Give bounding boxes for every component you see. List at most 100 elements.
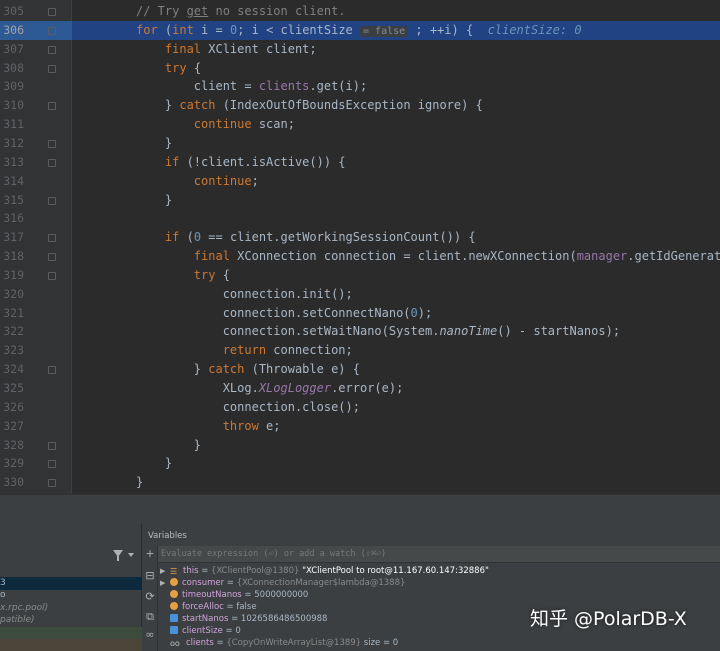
fold-marker-icon[interactable] xyxy=(48,26,56,35)
code-token: ; xyxy=(251,173,259,188)
filter-icon[interactable] xyxy=(113,550,123,561)
fold-marker-icon[interactable] xyxy=(48,271,56,280)
code-line-323[interactable]: 323 return connection; xyxy=(0,341,720,360)
line-number: 307 xyxy=(3,41,24,56)
line-number: 306 xyxy=(3,22,24,37)
code-token: XClient client; xyxy=(201,41,317,56)
code-line-317[interactable]: 317 if (0 == client.getWorkingSessionCou… xyxy=(0,228,720,247)
variable-name: consumer xyxy=(182,578,225,588)
add-watch-icon[interactable]: + xyxy=(145,548,155,559)
frame-row[interactable]: 3 xyxy=(0,576,142,590)
line-number: 326 xyxy=(3,399,24,414)
show-types-icon[interactable]: ⊟ xyxy=(145,570,155,581)
code-line-330[interactable]: 330} xyxy=(0,473,720,492)
code-line-327[interactable]: 327 throw e; xyxy=(0,417,720,436)
line-number: 317 xyxy=(3,230,24,245)
code-line-313[interactable]: 313 if (!client.isActive()) { xyxy=(0,153,720,172)
code-token: nanoTime xyxy=(439,324,498,339)
code-token: connection.init(); xyxy=(136,286,353,301)
code-line-321[interactable]: 321 connection.setConnectNano(0); xyxy=(0,304,720,323)
variable-value: 1026586486500988 xyxy=(240,614,328,624)
variable-row[interactable]: startNanos = 1026586486500988 xyxy=(160,613,327,625)
frame-row[interactable] xyxy=(0,564,142,577)
code-text: connection.setWaitNano(System.nanoTime()… xyxy=(136,322,620,341)
code-line-310[interactable]: 310 } catch (IndexOutOfBoundsException i… xyxy=(0,96,720,115)
variable-value: size = 0 xyxy=(361,638,399,648)
code-line-326[interactable]: 326 connection.close(); xyxy=(0,398,720,417)
fold-marker-icon[interactable] xyxy=(48,139,56,148)
code-line-319[interactable]: 319 try { xyxy=(0,266,720,285)
code-editor[interactable]: 305 // Try get no session client. 306 for (… xyxy=(0,0,720,494)
variable-value: 5000000000 xyxy=(254,590,309,600)
code-line-318[interactable]: 318 final XConnection connection = clien… xyxy=(0,247,720,266)
fold-marker-icon[interactable] xyxy=(48,45,56,54)
expand-arrow-icon[interactable]: ▶ xyxy=(160,577,170,589)
code-token: try xyxy=(193,267,216,282)
fold-marker-icon[interactable] xyxy=(48,441,56,450)
variable-row[interactable]: oo clients = {CopyOnWriteArrayList@1389} … xyxy=(160,637,398,649)
code-line-308[interactable]: 308 try { xyxy=(0,59,720,78)
variable-separator: = xyxy=(224,578,237,588)
watch-expression-input[interactable] xyxy=(161,547,561,561)
fold-marker-icon[interactable] xyxy=(48,234,56,243)
code-line-314[interactable]: 314 continue; xyxy=(0,172,720,191)
code-line-316[interactable]: 316 xyxy=(0,209,720,228)
fold-marker-icon[interactable] xyxy=(48,8,56,16)
code-line-311[interactable]: 311 continue scan; xyxy=(0,115,720,134)
chevron-down-icon[interactable] xyxy=(128,553,134,557)
code-line-315[interactable]: 315 } xyxy=(0,191,720,210)
code-text: connection.init(); xyxy=(136,285,353,304)
code-line-307[interactable]: 307 final XClient client; xyxy=(0,40,720,59)
code-line-309[interactable]: 309 client = clients.get(i); xyxy=(0,77,720,96)
code-text: } catch (Throwable e) { xyxy=(136,360,360,379)
frame-row[interactable] xyxy=(0,639,142,651)
code-token: { xyxy=(215,267,230,282)
variable-row[interactable]: timeoutNanos = 5000000000 xyxy=(160,589,308,601)
code-token: final xyxy=(193,249,230,264)
variable-name: clientSize xyxy=(182,626,223,636)
code-line-320[interactable]: 320 connection.init(); xyxy=(0,285,720,304)
field-icon xyxy=(170,602,178,610)
variable-row[interactable]: ▶ consumer = {XConnectionManager$lambda@1… xyxy=(160,577,405,589)
variable-name: this xyxy=(183,566,199,576)
fold-marker-icon[interactable] xyxy=(48,366,56,375)
code-line-324[interactable]: 324 } catch (Throwable e) { xyxy=(0,360,720,379)
fold-marker-icon[interactable] xyxy=(48,479,56,488)
code-token: no session client. xyxy=(208,4,346,18)
variable-row[interactable]: ▶ ☰ this = {XClientPool@1380} "XClientPool… xyxy=(160,565,489,577)
code-line-328[interactable]: 328 } xyxy=(0,436,720,455)
code-text: } xyxy=(136,436,201,455)
frame-row[interactable]: o xyxy=(0,589,142,602)
code-text: final XConnection connection = client.ne… xyxy=(136,247,720,266)
fold-marker-icon[interactable] xyxy=(48,460,56,469)
code-line-312[interactable]: 312 } xyxy=(0,134,720,153)
fold-marker-icon[interactable] xyxy=(48,253,56,262)
fold-marker-icon[interactable] xyxy=(48,64,56,73)
code-line-325[interactable]: 325 XLog.XLogLogger.error(e); xyxy=(0,379,720,398)
restore-icon[interactable]: ⟳ xyxy=(145,591,155,602)
copy-icon[interactable]: ⧉ xyxy=(145,611,155,622)
code-text: continue scan; xyxy=(136,115,295,134)
code-line-306[interactable]: 306 for (int i = 0; i < clientSize = fals… xyxy=(0,20,720,40)
line-number: 318 xyxy=(3,249,24,264)
watch-glasses-icon[interactable]: ∞ xyxy=(145,629,155,640)
variable-row[interactable]: clientSize = 0 xyxy=(160,625,241,637)
fold-marker-icon[interactable] xyxy=(48,158,56,167)
variables-header: Variables xyxy=(142,524,720,546)
code-line-305[interactable]: 305 // Try get no session client. xyxy=(0,2,720,21)
code-token: clientSize: 0 xyxy=(487,22,582,37)
code-token: } xyxy=(136,135,173,150)
code-line-329[interactable]: 329 } xyxy=(0,454,720,473)
fold-marker-icon[interactable] xyxy=(48,102,56,111)
frame-row[interactable]: x.rpc.pool) xyxy=(0,602,142,615)
frame-row[interactable]: patible) xyxy=(0,614,142,627)
code-line-322[interactable]: 322 connection.setWaitNano(System.nanoTi… xyxy=(0,322,720,341)
code-token: ( xyxy=(179,230,194,245)
fold-marker-icon[interactable] xyxy=(48,196,56,205)
variable-row[interactable]: forceAlloc = false xyxy=(160,601,257,613)
expand-arrow-icon[interactable]: ▶ xyxy=(160,565,170,577)
frame-row[interactable] xyxy=(0,626,142,640)
